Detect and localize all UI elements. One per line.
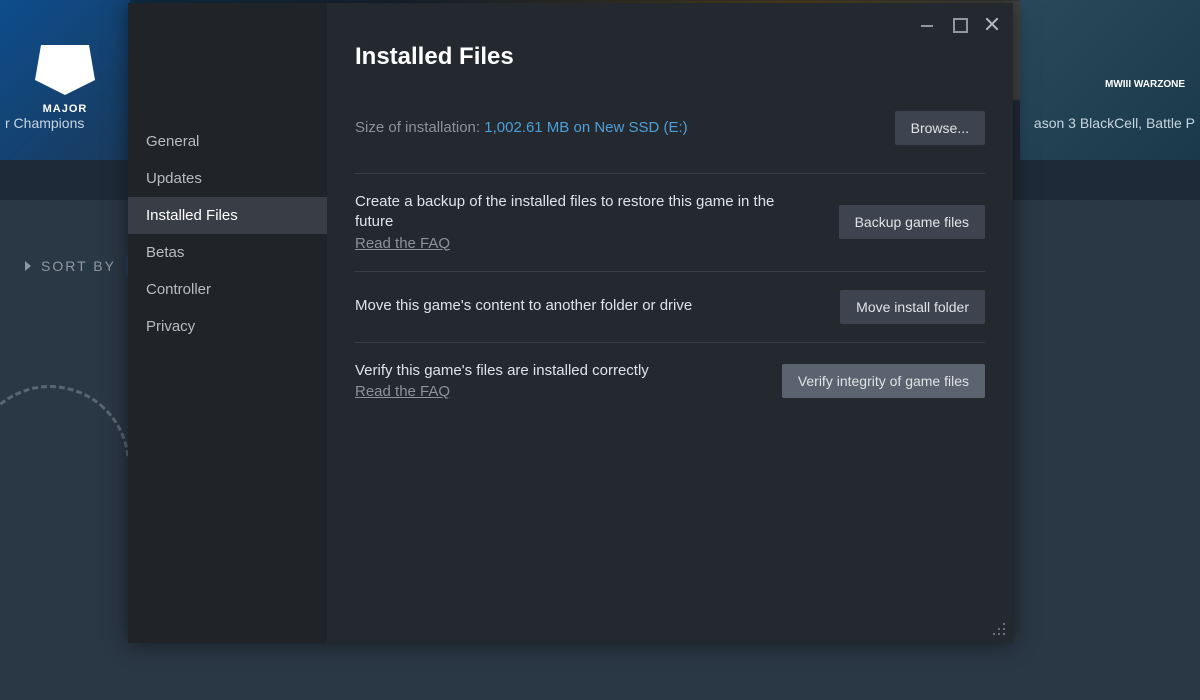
maximize-icon[interactable] [953, 17, 967, 31]
verify-desc: Verify this game's files are installed c… [355, 361, 752, 381]
properties-main-panel: Installed Files Size of installation: 1,… [327, 3, 1013, 643]
sidebar-item-general[interactable]: General [128, 123, 327, 160]
installation-size-row: Size of installation: 1,002.61 MB on New… [355, 111, 985, 145]
close-icon[interactable] [985, 17, 999, 31]
move-desc: Move this game's content to another fold… [355, 296, 810, 316]
mw-brand-text: MWIII WARZONE [1105, 79, 1185, 90]
move-button[interactable]: Move install folder [840, 290, 985, 324]
verify-button[interactable]: Verify integrity of game files [782, 364, 985, 398]
resize-grip-icon[interactable] [991, 621, 1005, 635]
size-value: 1,002.61 MB on New SSD (E:) [484, 119, 687, 136]
sidebar-item-installed-files[interactable]: Installed Files [128, 197, 327, 234]
major-logo-text: MAJOR [43, 103, 88, 115]
browse-button[interactable]: Browse... [895, 111, 985, 145]
sidebar-item-betas[interactable]: Betas [128, 234, 327, 271]
backup-desc: Create a backup of the installed files t… [355, 192, 809, 233]
game-label-blackcell: ason 3 BlackCell, Battle P [1034, 115, 1195, 131]
sort-by-label: SORT BY [41, 258, 116, 274]
backup-text: Create a backup of the installed files t… [355, 192, 809, 253]
verify-faq-link[interactable]: Read the FAQ [355, 383, 450, 400]
move-row: Move this game's content to another fold… [355, 271, 985, 342]
sidebar-item-updates[interactable]: Updates [128, 160, 327, 197]
properties-window: General Updates Installed Files Betas Co… [128, 3, 1013, 643]
properties-sidebar: General Updates Installed Files Betas Co… [128, 3, 327, 643]
backup-faq-link[interactable]: Read the FAQ [355, 235, 450, 252]
installation-size-text: Size of installation: 1,002.61 MB on New… [355, 119, 688, 137]
verify-text: Verify this game's files are installed c… [355, 361, 752, 401]
minimize-icon[interactable] [921, 17, 935, 31]
game-label-champions: r Champions [5, 115, 84, 131]
window-controls [921, 17, 999, 31]
game-tile-major[interactable]: MAJOR [0, 0, 130, 160]
page-title: Installed Files [355, 43, 985, 71]
backup-button[interactable]: Backup game files [839, 205, 985, 239]
sidebar-item-privacy[interactable]: Privacy [128, 308, 327, 345]
major-shield-icon [35, 45, 95, 95]
game-tile-blackcell[interactable]: MWIII WARZONE [1020, 0, 1200, 160]
move-text: Move this game's content to another fold… [355, 296, 810, 316]
backup-row: Create a backup of the installed files t… [355, 173, 985, 271]
size-label: Size of installation: [355, 119, 484, 136]
chevron-right-icon [25, 261, 31, 271]
verify-row: Verify this game's files are installed c… [355, 342, 985, 419]
sidebar-item-controller[interactable]: Controller [128, 271, 327, 308]
